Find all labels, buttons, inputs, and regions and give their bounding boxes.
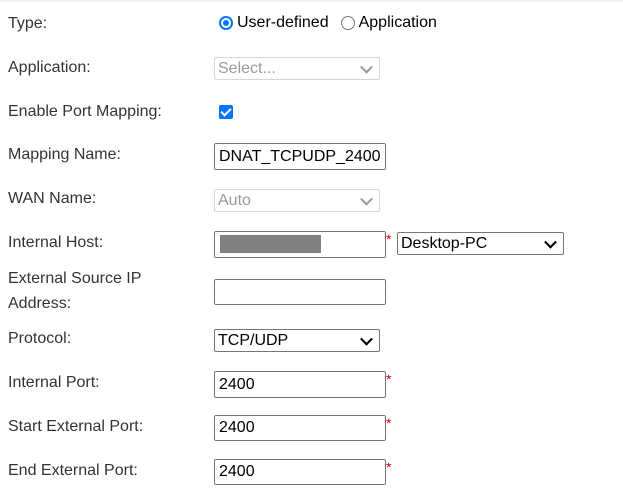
enable-port-mapping-checkbox[interactable] — [219, 105, 233, 119]
wan-name-label: WAN Name: — [8, 190, 97, 207]
chevron-down-icon — [544, 235, 557, 249]
radio-user-defined[interactable] — [219, 16, 233, 30]
required-marker: * — [386, 459, 392, 475]
external-source-ip-input[interactable] — [214, 279, 386, 305]
protocol-label: Protocol: — [8, 330, 72, 347]
radio-application[interactable] — [340, 16, 355, 30]
top-divider — [0, 0, 623, 2]
protocol-select[interactable]: TCP/UDP — [214, 329, 380, 352]
chevron-down-icon — [360, 332, 373, 346]
enable-port-mapping-label: Enable Port Mapping: — [8, 103, 162, 120]
chevron-down-icon — [360, 192, 373, 206]
type-label: Type: — [8, 15, 48, 32]
wan-name-select[interactable]: Auto — [214, 189, 380, 212]
mapping-name-label: Mapping Name: — [8, 146, 121, 163]
required-marker: * — [386, 371, 392, 387]
end-external-port-input[interactable]: 2400 — [214, 459, 386, 485]
internal-port-input[interactable]: 2400 — [214, 371, 386, 398]
internal-host-label: Internal Host: — [8, 234, 104, 251]
required-marker: * — [386, 231, 392, 247]
wan-name-select-value: Auto — [218, 191, 251, 209]
required-marker: * — [386, 415, 392, 431]
internal-host-device-select[interactable]: Desktop-PC — [397, 232, 564, 255]
start-external-port-value: 2400 — [219, 419, 255, 436]
mapping-name-input[interactable]: DNAT_TCPUDP_2400 — [214, 143, 386, 170]
internal-host-input[interactable] — [214, 231, 386, 258]
application-select-value: Select... — [218, 59, 276, 77]
application-label: Application: — [8, 59, 91, 76]
end-external-port-value: 2400 — [219, 463, 255, 480]
internal-host-device-value: Desktop-PC — [401, 234, 488, 252]
type-radio-group: User-defined Application — [219, 14, 449, 32]
application-select[interactable]: Select... — [214, 57, 380, 80]
redacted-value — [220, 235, 321, 253]
internal-port-label: Internal Port: — [8, 374, 100, 391]
end-external-port-label: End External Port: — [8, 462, 138, 479]
start-external-port-label: Start External Port: — [8, 418, 144, 435]
chevron-down-icon — [360, 60, 373, 74]
protocol-select-value: TCP/UDP — [218, 331, 289, 349]
mapping-name-value: DNAT_TCPUDP_2400 — [219, 147, 381, 165]
external-source-ip-label: External Source IP Address: — [8, 270, 142, 312]
internal-port-value: 2400 — [219, 375, 255, 393]
radio-user-defined-label[interactable]: User-defined — [237, 14, 329, 32]
start-external-port-input[interactable]: 2400 — [214, 415, 386, 441]
radio-application-label[interactable]: Application — [359, 14, 437, 32]
